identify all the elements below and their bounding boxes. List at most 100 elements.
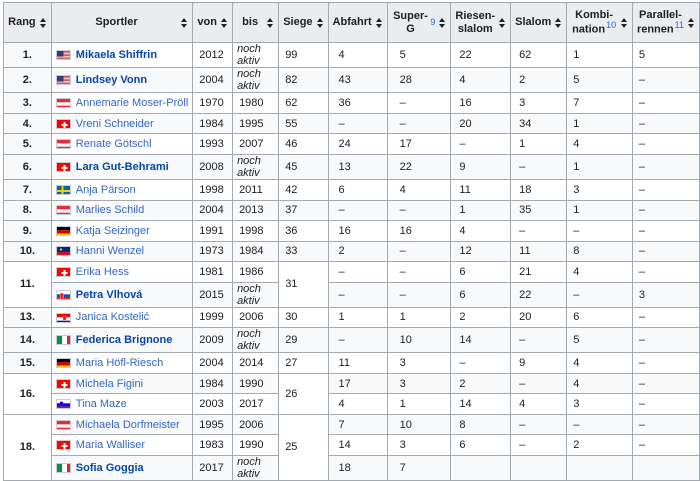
aut-flag-icon[interactable]	[56, 205, 71, 215]
athlete-link[interactable]: Michela Figini	[76, 378, 143, 390]
von-cell: 2015	[193, 282, 233, 307]
athlete-link[interactable]: Renate Götschl	[76, 138, 152, 150]
usa-flag-icon[interactable]	[56, 75, 71, 85]
cro-flag-icon[interactable]	[56, 313, 71, 323]
athlete-link[interactable]: Federica Brignone	[76, 334, 173, 346]
slalom-cell: 3	[511, 93, 567, 114]
sui-flag-icon[interactable]	[56, 379, 71, 389]
abfahrt-cell: 11	[328, 353, 387, 374]
ger-flag-icon[interactable]	[56, 358, 71, 368]
slo-flag-icon[interactable]	[56, 399, 71, 409]
kombination-cell: 1	[567, 200, 633, 221]
athlete-cell: Janica Kostelić	[51, 307, 192, 328]
athlete-link[interactable]: Annemarie Moser-Pröll	[76, 97, 188, 109]
header-label: von	[197, 16, 217, 28]
parallelrennen-cell: –	[632, 113, 699, 134]
bis-cell: 1990	[233, 373, 279, 394]
riesenslalom-cell: 12	[451, 241, 511, 262]
kombination-cell: 1	[567, 154, 633, 179]
kombination-cell: 7	[567, 93, 633, 114]
superg-cell: –	[387, 113, 451, 134]
rank-cell: 5.	[4, 134, 52, 155]
athlete-link[interactable]: Vreni Schneider	[76, 118, 154, 130]
col-header-bis[interactable]: bis	[233, 3, 279, 43]
slalom-cell	[511, 455, 567, 480]
col-header-kombination[interactable]: Kombi-nation10	[567, 3, 633, 43]
bis-cell: 1980	[233, 93, 279, 114]
athlete-link[interactable]: Janica Kostelić	[76, 311, 149, 323]
sui-flag-icon[interactable]	[56, 162, 71, 172]
athlete-link[interactable]: Maria Höfl-Riesch	[76, 357, 163, 369]
sui-flag-icon[interactable]	[56, 267, 71, 277]
col-header-parallelrennen[interactable]: Parallel-rennen11	[632, 3, 699, 43]
lie-flag-icon[interactable]	[56, 246, 71, 256]
sort-icon[interactable]	[39, 17, 47, 29]
sort-icon[interactable]	[438, 17, 446, 29]
sort-icon[interactable]	[620, 17, 628, 29]
svk-flag-icon[interactable]	[56, 290, 71, 300]
athlete-link[interactable]: Tina Maze	[76, 398, 127, 410]
ita-flag-icon[interactable]	[56, 335, 71, 345]
athlete-link[interactable]: Erika Hess	[76, 266, 129, 278]
athlete-link[interactable]: Lara Gut-Behrami	[76, 161, 169, 173]
athlete-link[interactable]: Maria Walliser	[76, 439, 145, 451]
slalom-cell: –	[511, 435, 567, 456]
aut-flag-icon[interactable]	[56, 139, 71, 149]
sort-icon[interactable]	[316, 17, 324, 29]
parallelrennen-cell: –	[632, 134, 699, 155]
sui-flag-icon[interactable]	[56, 440, 71, 450]
aut-flag-icon[interactable]	[56, 98, 71, 108]
von-cell: 2008	[193, 154, 233, 179]
footnote-ref[interactable]: 9	[430, 18, 435, 28]
parallelrennen-cell: –	[632, 394, 699, 415]
abfahrt-cell: 16	[328, 221, 387, 242]
usa-flag-icon[interactable]	[56, 50, 71, 60]
athlete-link[interactable]: Marlies Schild	[76, 204, 144, 216]
col-header-rang[interactable]: Rang	[4, 3, 52, 43]
kombination-cell: –	[567, 221, 633, 242]
parallelrennen-cell: –	[632, 414, 699, 435]
sort-icon[interactable]	[498, 17, 506, 29]
col-header-riesenslalom[interactable]: Riesen-slalom	[451, 3, 511, 43]
riesenslalom-cell: 22	[451, 43, 511, 68]
rank-cell: 9.	[4, 221, 52, 242]
sort-icon[interactable]	[554, 17, 562, 29]
col-header-superg[interactable]: Super-G9	[387, 3, 451, 43]
ger-flag-icon[interactable]	[56, 226, 71, 236]
table-row: 15.Maria Höfl-Riesch2004201427113–94–	[4, 353, 700, 374]
sort-icon[interactable]	[266, 17, 274, 29]
athlete-link[interactable]: Michaela Dorfmeister	[76, 419, 180, 431]
athlete-link[interactable]: Anja Pärson	[76, 184, 136, 196]
superg-cell: –	[387, 93, 451, 114]
athlete-link[interactable]: Mikaela Shiffrin	[76, 49, 157, 61]
col-header-von[interactable]: von	[193, 3, 233, 43]
col-header-sportler[interactable]: Sportler	[51, 3, 192, 43]
col-header-siege[interactable]: Siege	[279, 3, 328, 43]
table-row: 2.Lindsey Vonn2004noch aktiv824328425–	[4, 68, 700, 93]
athlete-link[interactable]: Katja Seizinger	[76, 225, 150, 237]
swe-flag-icon[interactable]	[56, 185, 71, 195]
sort-icon[interactable]	[687, 17, 695, 29]
rank-cell: 11.	[4, 262, 52, 308]
sui-flag-icon[interactable]	[56, 119, 71, 129]
aut-flag-icon[interactable]	[56, 420, 71, 430]
sort-icon[interactable]	[180, 17, 188, 29]
athlete-link[interactable]: Hanni Wenzel	[76, 245, 144, 257]
athlete-link[interactable]: Petra Vlhová	[76, 289, 143, 301]
athlete-cell: Anja Pärson	[51, 180, 192, 201]
sort-icon[interactable]	[220, 17, 228, 29]
slalom-cell: 20	[511, 307, 567, 328]
athlete-link[interactable]: Sofia Goggia	[76, 462, 144, 474]
footnote-ref[interactable]: 10	[606, 20, 616, 30]
athlete-link[interactable]: Lindsey Vonn	[76, 74, 147, 86]
col-header-abfahrt[interactable]: Abfahrt	[328, 3, 387, 43]
superg-cell: 1	[387, 394, 451, 415]
slalom-cell: 34	[511, 113, 567, 134]
superg-cell: 1	[387, 307, 451, 328]
sort-icon[interactable]	[375, 17, 383, 29]
footnote-ref[interactable]: 11	[675, 20, 684, 30]
von-cell: 1970	[193, 93, 233, 114]
col-header-slalom[interactable]: Slalom	[511, 3, 567, 43]
parallelrennen-cell: 3	[632, 282, 699, 307]
riesenslalom-cell: 2	[451, 307, 511, 328]
